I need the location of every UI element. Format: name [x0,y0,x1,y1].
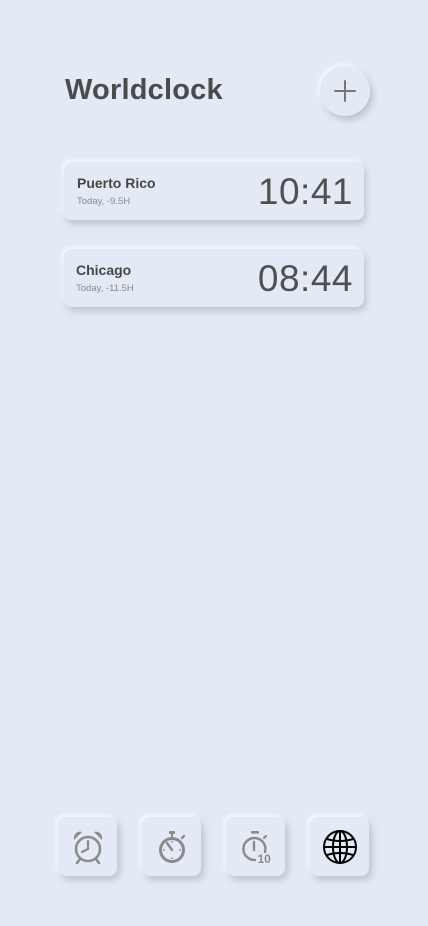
alarm-clock-icon [73,831,102,864]
clock-time: 10:41 [257,171,353,212]
clock-offset-label: Today, -11.5H [76,283,134,294]
clock-offset-label: Today, -9.5H [77,196,131,207]
globe-icon [322,829,357,864]
nav-worldclock-button[interactable] [310,817,369,876]
page-title: Worldclock [65,74,223,106]
clock-card-chicago[interactable]: Chicago Today, -11.5H 08:44 [64,249,364,307]
nav-timer-button[interactable]: 10 [226,817,285,876]
add-clock-button[interactable] [320,66,370,116]
nav-stopwatch-button[interactable] [142,817,201,876]
clock-card-puerto-rico[interactable]: Puerto Rico Today, -9.5H 10:41 [64,162,364,220]
nav-alarm-button[interactable] [58,817,117,876]
clock-time: 08:44 [257,258,353,299]
stopwatch-icon [158,830,185,863]
clock-city-label: Chicago [76,262,132,278]
clock-city-label: Puerto Rico [77,175,156,191]
timer-icon: 10 [241,830,271,865]
plus-icon [334,80,356,102]
timer-badge: 10 [257,852,271,865]
